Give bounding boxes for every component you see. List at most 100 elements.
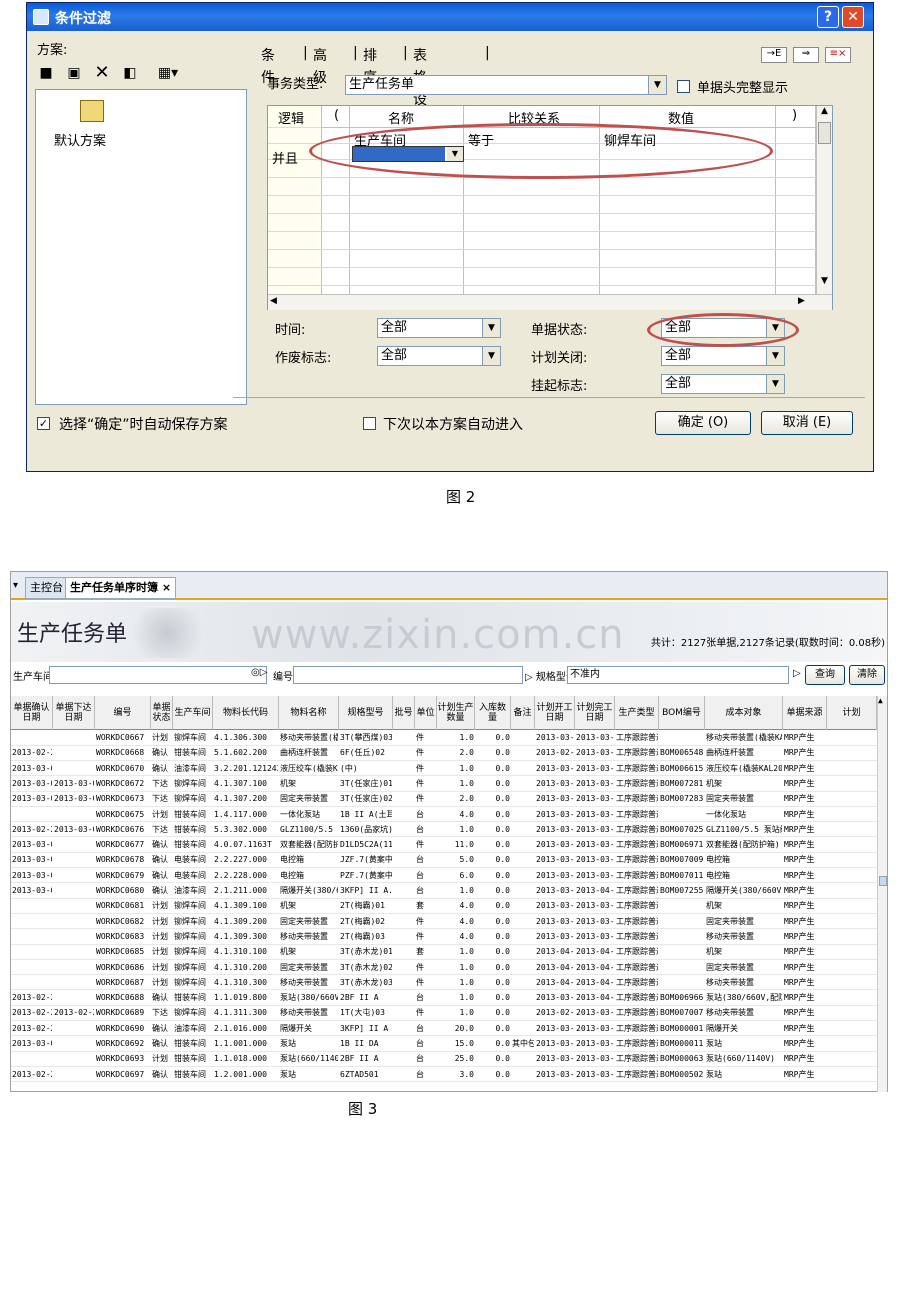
table-row[interactable]: 2013-02-28 WORKDC0697 确认钳装车间 1.2.001.000 泵站 6… bbox=[11, 1068, 877, 1083]
table-row[interactable]: WORKDC0681 计划 铆焊车间 4.1.309.100 机架 2T(梅霸)01 套 4.… bbox=[11, 899, 877, 914]
column-header[interactable]: 物料长代码 bbox=[213, 696, 279, 730]
table-row[interactable]: WORKDC0675 计划 钳装车间 1.4.117.000 一体化泵站 1B II A(… bbox=[11, 808, 877, 823]
transaction-type-select[interactable]: 生产任务单 ▼ bbox=[345, 75, 667, 95]
grid-row[interactable] bbox=[268, 128, 816, 144]
col-open-paren: ( bbox=[334, 108, 340, 123]
column-header[interactable]: 批号 bbox=[393, 696, 415, 730]
table-row[interactable]: 2013-03-07 WORKDC0678 确认电装车间 2.2.227.000 电控箱… bbox=[11, 853, 877, 869]
row1-compare[interactable]: 等于 bbox=[468, 130, 494, 149]
grid-hscroll[interactable]: ◀ ▶ bbox=[268, 294, 832, 310]
table-row[interactable]: 2013-03-052013-03-08WORKDC0672 下达铆焊车间 4.1.… bbox=[11, 777, 877, 792]
table-row[interactable]: 2013-02-28 WORKDC0690 确认油漆车间 2.1.016.000 隔爆开… bbox=[11, 1022, 877, 1037]
query-button[interactable]: 查询 bbox=[805, 665, 845, 685]
close-button[interactable]: ✕ bbox=[842, 6, 864, 28]
header-complete-checkbox[interactable] bbox=[677, 80, 690, 93]
spec-input[interactable]: 不准内 bbox=[567, 666, 789, 684]
table-cell: 2013-02-28 bbox=[12, 1023, 52, 1033]
suspend-label: 挂起标志: bbox=[531, 379, 588, 394]
table-vscroll[interactable]: ▲ bbox=[877, 696, 887, 1092]
column-header[interactable]: 计划 bbox=[827, 696, 877, 730]
table-row[interactable]: 2013-03-07 WORKDC0670 确认油漆车间 3.2.201.121243… bbox=[11, 762, 877, 777]
column-header[interactable]: 规格型号 bbox=[339, 696, 393, 730]
column-header[interactable]: 单位 bbox=[415, 696, 437, 730]
table-row[interactable]: WORKDC0693 计划钳装车间 1.1.018.000 泵站(660/1140V)… bbox=[11, 1052, 877, 1067]
tab-task-list[interactable]: 生产任务单序时簿 × bbox=[65, 577, 177, 599]
grid-row[interactable] bbox=[268, 144, 816, 160]
delete-row-icon[interactable]: ≡× bbox=[825, 47, 851, 63]
void-select[interactable]: 全部 ▼ bbox=[377, 346, 501, 366]
table-row[interactable]: 2013-02-28 WORKDC0688 确认钳装车间 1.1.019.800 泵站(… bbox=[11, 991, 877, 1006]
table-cell: 工序跟踪普通 bbox=[616, 840, 658, 850]
table-cell: 2013-04-20 bbox=[576, 977, 614, 987]
row1-value[interactable]: 铆焊车间 bbox=[604, 130, 656, 149]
column-header[interactable]: 计划开工日期 bbox=[535, 696, 575, 730]
plan-close-select[interactable]: 全部 ▼ bbox=[661, 346, 785, 366]
status-select[interactable]: 全部 ▼ bbox=[661, 318, 785, 338]
chevron-down-icon[interactable]: ▾ bbox=[13, 580, 18, 591]
save-as-icon[interactable]: ▣ bbox=[65, 65, 83, 81]
column-header[interactable]: 单据来源 bbox=[783, 696, 827, 730]
column-header[interactable]: 编号 bbox=[95, 696, 151, 730]
row2-name-select[interactable]: ▼ bbox=[352, 146, 464, 162]
workshop-input[interactable] bbox=[49, 666, 267, 684]
table-cell: 2013-03-15 bbox=[576, 824, 614, 834]
table-row[interactable]: 2013-03-01 WORKDC0692 确认钳装车间 1.1.001.000 泵站 1… bbox=[11, 1037, 877, 1052]
table-row[interactable]: 2013-02-282013-03-01WORKDC0676 下达钳装车间 5.3.… bbox=[11, 823, 877, 838]
cancel-button[interactable]: 取消 (E) bbox=[761, 411, 853, 435]
table-cell bbox=[54, 899, 94, 913]
column-header[interactable]: 单据确认日期 bbox=[11, 696, 53, 730]
column-header[interactable]: 物料名称 bbox=[279, 696, 339, 730]
insert-row-icon[interactable]: →E bbox=[761, 47, 787, 63]
save-icon[interactable]: ■ bbox=[37, 65, 55, 81]
suspend-select[interactable]: 全部 ▼ bbox=[661, 374, 785, 394]
delete-icon[interactable]: ✕ bbox=[93, 64, 111, 82]
properties-icon[interactable]: ◧ bbox=[121, 65, 139, 81]
close-icon[interactable]: × bbox=[162, 581, 171, 594]
table-cell: 2013-03-16 bbox=[576, 870, 614, 880]
chevron-up-icon[interactable]: ▲ bbox=[878, 696, 883, 705]
table-row[interactable]: 2013-03-052013-03-08WORKDC0673 下达铆焊车间 4.1.… bbox=[11, 792, 877, 807]
row2-logic[interactable]: 并且 bbox=[272, 148, 298, 167]
table-cell: 工序跟踪普通 bbox=[616, 763, 658, 773]
tab-condition[interactable]: 条件 bbox=[257, 45, 279, 86]
column-header[interactable]: 生产车间 bbox=[173, 696, 213, 730]
auto-enter-checkbox[interactable] bbox=[363, 417, 376, 430]
table-row[interactable]: 2013-03-07 WORKDC0679 确认电装车间 2.2.228.000 电控箱… bbox=[11, 869, 877, 884]
table-row[interactable]: 2013-02-28 WORKDC0668 确认钳装车间 5.1.602.200 曲柄连… bbox=[11, 746, 877, 761]
dialog-titlebar: 条件过滤 ? ✕ bbox=[27, 3, 873, 31]
clear-button[interactable]: 清除 bbox=[849, 665, 885, 685]
table-row[interactable]: WORKDC0686 计划 铆焊车间 4.1.310.200 固定夹带装置 3T(赤木龙)… bbox=[11, 961, 877, 976]
table-row[interactable]: WORKDC0682 计划 铆焊车间 4.1.309.200 固定夹带装置 2T(梅霸)0… bbox=[11, 915, 877, 930]
lookup-icon[interactable]: ◎▷ bbox=[251, 667, 267, 678]
column-header[interactable]: 计划生产数量 bbox=[437, 696, 475, 730]
table-row[interactable]: 2013-02-282013-02-28WORKDC0689下达铆焊车间4.1.… bbox=[11, 1006, 877, 1022]
column-header[interactable]: 计划完工日期 bbox=[575, 696, 615, 730]
grid-view-icon[interactable]: ▦▾ bbox=[153, 65, 183, 81]
ok-button[interactable]: 确定 (O) bbox=[655, 411, 751, 435]
column-header[interactable]: 入库数量 bbox=[475, 696, 511, 730]
column-header[interactable]: 备注 bbox=[511, 696, 535, 730]
table-cell: 台 bbox=[416, 1069, 424, 1079]
table-row[interactable]: WORKDC0687 计划 铆焊车间 4.1.310.300 移动夹带装置 3T(赤木龙)… bbox=[11, 976, 877, 991]
time-select[interactable]: 全部 ▼ bbox=[377, 318, 501, 338]
column-header[interactable]: BOM编号 bbox=[659, 696, 705, 730]
column-header[interactable]: 单据下达日期 bbox=[53, 696, 95, 730]
table-row[interactable]: WORKDC0683 计划 铆焊车间 4.1.309.300 移动夹带装置 2T(梅霸)0… bbox=[11, 930, 877, 945]
tab-advanced[interactable]: 高级 bbox=[309, 45, 331, 86]
column-header[interactable]: 单据状态 bbox=[151, 696, 173, 730]
append-row-icon[interactable]: ⇒ bbox=[793, 47, 819, 63]
table-row[interactable]: 2013-03-06 WORKDC0677 确认钳装车间 4.0.07.1163T 双套… bbox=[11, 838, 877, 853]
tab-table-settings[interactable]: 表格设置 bbox=[409, 45, 431, 130]
table-row[interactable]: 2013-03-07 WORKDC0680 确认油漆车间 2.1.211.000 隔爆开… bbox=[11, 884, 877, 899]
table-row[interactable]: WORKDC0685 计划 铆焊车间 4.1.310.100 机架 3T(赤木龙)01 套 1… bbox=[11, 945, 877, 960]
column-header[interactable]: 生产类型 bbox=[615, 696, 659, 730]
grid-vscroll[interactable]: ▲ ▼ bbox=[816, 106, 832, 294]
column-header[interactable]: 成本对象 bbox=[705, 696, 783, 730]
help-button[interactable]: ? bbox=[817, 6, 839, 28]
tab-sort[interactable]: 排序 bbox=[359, 45, 381, 86]
scheme-item-default[interactable]: 默认方案 bbox=[54, 130, 106, 149]
table-row[interactable]: WORKDC0667 计划铆焊车间 4.1.306.300 移动夹带装置(橇装3T(攀… bbox=[11, 731, 877, 746]
tab-console[interactable]: 主控台 bbox=[25, 577, 68, 599]
number-input[interactable] bbox=[293, 666, 523, 684]
auto-save-checkbox[interactable]: ✓ bbox=[37, 417, 50, 430]
